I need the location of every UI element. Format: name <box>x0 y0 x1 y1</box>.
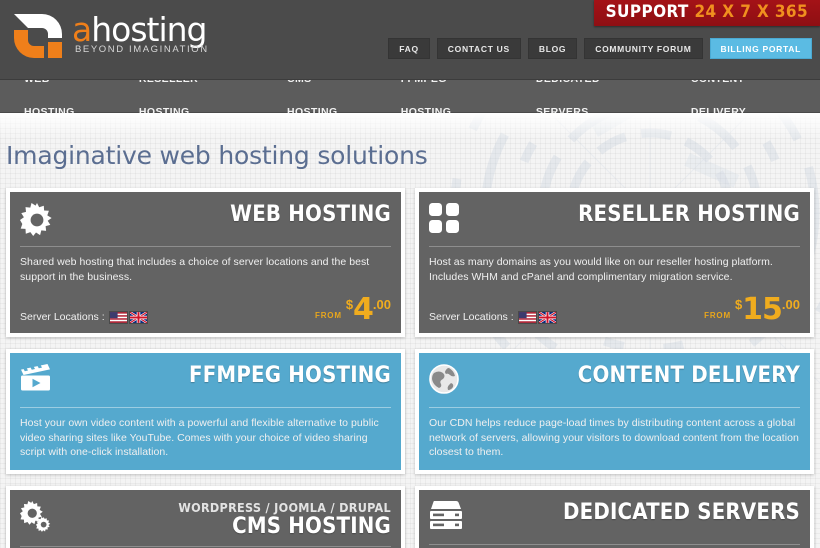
price-amount: 4 <box>353 292 374 327</box>
price-from-label: FROM <box>315 311 342 320</box>
clapperboard-icon <box>20 362 56 392</box>
card-title: WEB HOSTING <box>230 202 391 227</box>
card-divider <box>429 543 800 545</box>
service-card-cms-hosting[interactable]: WORDPRESS / JOOMLA / DRUPAL CMS HOSTING … <box>6 485 405 548</box>
service-card-web-hosting[interactable]: WEB HOSTING Shared web hosting that incl… <box>6 188 405 337</box>
server-locations-label: Server Locations : <box>20 311 105 323</box>
card-title: DEDICATED SERVERS <box>563 499 800 525</box>
card-description: Host your own video content with a power… <box>20 417 379 458</box>
card-divider <box>20 407 391 408</box>
grid-squares-icon <box>429 201 465 235</box>
price-currency: $ <box>734 297 743 312</box>
service-card-content-delivery[interactable]: CONTENT DELIVERY Our CDN helps reduce pa… <box>415 349 814 474</box>
service-card-reseller-hosting[interactable]: RESELLER HOSTING Host as many domains as… <box>415 188 814 337</box>
service-card-grid: WEB HOSTING Shared web hosting that incl… <box>0 170 820 548</box>
header-link-faq[interactable]: FAQ <box>388 38 430 59</box>
us-flag-icon <box>518 311 536 323</box>
card-divider <box>429 246 800 247</box>
card-price: FROM $ 4 .00 <box>315 292 391 327</box>
support-banner: SUPPORT 24 X 7 X 365 <box>593 0 820 26</box>
card-subtitle: WORDPRESS / JOOMLA / DRUPAL <box>178 499 391 515</box>
header-link-billing-portal[interactable]: BILLING PORTAL <box>709 38 812 59</box>
header-link-community-forum[interactable]: COMMUNITY FORUM <box>584 38 703 59</box>
service-card-dedicated-servers[interactable]: DEDICATED SERVERS Powerful enterprise-gr… <box>415 485 814 548</box>
card-divider <box>20 545 391 547</box>
price-cents: .00 <box>372 297 391 312</box>
header-link-contact-us[interactable]: CONTACT US <box>436 38 521 59</box>
card-divider <box>429 407 800 408</box>
uk-flag-icon <box>538 311 556 323</box>
page-content: Imaginative web hosting solutions WEB HO… <box>0 113 820 548</box>
support-value: 24 X 7 X 365 <box>694 2 808 22</box>
price-from-label: FROM <box>704 311 731 320</box>
logo-wordmark: ahosting <box>72 13 209 47</box>
price-currency: $ <box>345 297 354 312</box>
card-description: Shared web hosting that includes a choic… <box>20 256 370 283</box>
globe-icon <box>429 362 465 394</box>
main-navigation: WEB HOSTING RESELLER HOSTING CMS HOSTING… <box>0 73 820 118</box>
double-gear-icon <box>20 499 56 533</box>
server-rack-icon <box>429 499 465 531</box>
us-flag-icon <box>109 311 127 323</box>
header-utility-nav: FAQ CONTACT US BLOG COMMUNITY FORUM BILL… <box>388 38 812 59</box>
card-title: CONTENT DELIVERY <box>577 363 800 388</box>
site-header: ahosting BEYOND IMAGINATION SUPPORT 24 X… <box>0 0 820 80</box>
site-logo[interactable]: ahosting BEYOND IMAGINATION <box>10 8 209 64</box>
card-divider <box>20 246 391 247</box>
service-card-ffmpeg-hosting[interactable]: FFMPEG HOSTING Host your own video conte… <box>6 349 405 474</box>
support-label: SUPPORT <box>605 2 689 22</box>
uk-flag-icon <box>129 311 147 323</box>
logo-tagline: BEYOND IMAGINATION <box>75 44 209 55</box>
server-locations: Server Locations : <box>429 311 556 323</box>
ahosting-logo-mark-icon <box>10 8 66 64</box>
card-description: Host as many domains as you would like o… <box>429 256 773 283</box>
card-description: Our CDN helps reduce page-load times by … <box>429 417 799 458</box>
price-cents: .00 <box>781 297 800 312</box>
server-locations-label: Server Locations : <box>429 311 514 323</box>
server-locations: Server Locations : <box>20 311 147 323</box>
card-price: FROM $ 15 .00 <box>704 292 800 327</box>
page-title: Imaginative web hosting solutions <box>6 141 428 170</box>
header-link-blog[interactable]: BLOG <box>527 38 578 59</box>
card-title: RESELLER HOSTING <box>578 202 800 227</box>
price-amount: 15 <box>742 292 783 327</box>
gear-icon <box>20 201 56 237</box>
card-title: CMS HOSTING <box>232 513 391 539</box>
card-title: FFMPEG HOSTING <box>188 363 391 388</box>
